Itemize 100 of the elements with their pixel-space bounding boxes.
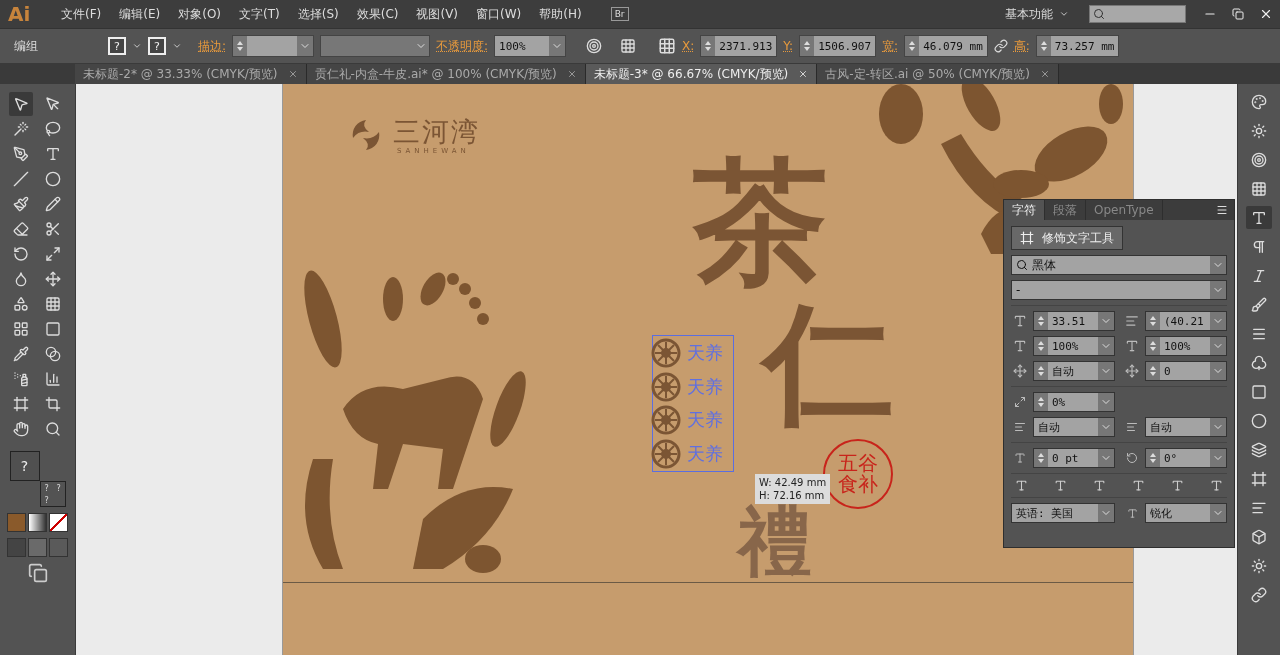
app-logo: Ai (7, 2, 32, 26)
fill-swatch[interactable]: ? (108, 37, 126, 55)
horizontal-scale-field[interactable]: 100% (1145, 336, 1227, 356)
sun-emblem-icon (651, 439, 681, 470)
spinner-icon[interactable] (1146, 362, 1160, 380)
stroke-weight-field[interactable] (232, 35, 315, 57)
panel-tab[interactable]: 字符 (1004, 200, 1045, 220)
spinner-icon[interactable] (1146, 337, 1160, 355)
stroke-swatch[interactable]: ? (148, 37, 166, 55)
vertical-scale-field[interactable]: 100% (1033, 336, 1115, 356)
none-button[interactable] (49, 513, 68, 532)
spinner-icon[interactable] (1146, 449, 1160, 467)
menu-item[interactable]: 窗口(W) (467, 5, 531, 23)
font-style-dropdown[interactable]: - (1011, 280, 1227, 300)
opacity-label[interactable]: 不透明度: (436, 37, 489, 55)
baseline-shift-field[interactable]: 0 pt (1033, 448, 1115, 468)
close-icon[interactable] (798, 69, 809, 79)
aki-right-dropdown[interactable]: 自动 (1145, 417, 1227, 437)
caret-icon[interactable] (297, 36, 314, 56)
label-text: 天养 (687, 374, 723, 399)
spinner-icon[interactable] (1034, 337, 1048, 355)
height-label: 高: (1013, 37, 1030, 55)
draw-behind-button[interactable] (28, 538, 47, 557)
caret-icon[interactable] (172, 41, 182, 51)
spinner-icon[interactable] (905, 36, 920, 56)
leading-field[interactable]: (40.21 (1145, 311, 1227, 331)
spinner-icon[interactable] (1034, 312, 1048, 330)
arrow-pointer-icon[interactable] (8, 92, 33, 116)
antialiasing-dropdown[interactable]: 锐化 (1145, 503, 1227, 523)
search-icon (1093, 8, 1105, 20)
menu-item[interactable]: 选择(S) (288, 5, 348, 23)
font-family-dropdown[interactable]: 黑体 (1011, 255, 1227, 275)
type-style-icon[interactable] (1171, 479, 1184, 492)
caret-icon[interactable] (132, 41, 142, 51)
menu-item[interactable]: 对象(O) (169, 5, 231, 23)
spinner-icon[interactable] (233, 36, 248, 56)
kerning-field[interactable]: 自动 (1033, 361, 1115, 381)
gradient-button[interactable] (28, 513, 47, 532)
menu-item[interactable]: 视图(V) (407, 5, 468, 23)
spinner-icon[interactable] (1036, 36, 1051, 56)
align-grid-icon[interactable] (620, 38, 637, 54)
menu-item[interactable]: 编辑(E) (110, 5, 170, 23)
menu-item[interactable]: 文字(T) (230, 5, 289, 23)
x-field[interactable]: 2371.913 (700, 35, 778, 57)
reference-point-icon[interactable] (658, 37, 677, 55)
close-icon[interactable] (287, 69, 298, 79)
stroke-box[interactable]: ? ? ? (39, 481, 66, 507)
tsume-field[interactable]: 0% (1033, 392, 1115, 412)
menu-item[interactable]: 文件(F) (52, 5, 111, 23)
spinner-icon[interactable] (800, 36, 815, 56)
tracking-field[interactable]: 0 (1145, 361, 1227, 381)
panel-menu-icon[interactable] (1216, 204, 1228, 216)
height-field[interactable]: 73.257 mm (1035, 35, 1120, 57)
document-tab[interactable]: 未标题-2* @ 33.33% (CMYK/预览) (75, 64, 307, 84)
opacity-field[interactable]: 100% (494, 35, 567, 57)
spinner-icon[interactable] (1146, 312, 1160, 330)
menu-item[interactable]: 效果(C) (347, 5, 408, 23)
menu-item[interactable]: 帮助(H) (530, 5, 591, 23)
type-style-icon[interactable] (1015, 479, 1028, 492)
stroke-label[interactable]: 描边: (198, 37, 227, 55)
sun-emblem-icon (651, 371, 681, 402)
spinner-icon[interactable] (1034, 449, 1048, 467)
width-label: 宽: (882, 37, 899, 55)
touch-type-button[interactable]: 修饰文字工具 (1011, 226, 1123, 250)
fill-box[interactable]: ? (9, 451, 40, 481)
x-label: X: (682, 39, 695, 53)
close-icon[interactable] (1039, 69, 1050, 79)
workspace-switcher[interactable]: 基本功能 (1005, 5, 1053, 23)
rotation-field[interactable]: 0° (1145, 448, 1227, 468)
spinner-icon[interactable] (701, 36, 716, 56)
search-field[interactable] (1089, 5, 1186, 23)
link-icon[interactable] (993, 39, 1008, 53)
document-tab[interactable]: 未标题-3* @ 66.67% (CMYK/预览) (585, 64, 818, 84)
caret-icon[interactable] (1059, 9, 1069, 19)
color-button[interactable] (7, 513, 26, 532)
bridge-button[interactable]: Br (610, 7, 629, 21)
type-style-icon[interactable] (1132, 479, 1145, 492)
spinner-icon[interactable] (1034, 393, 1048, 411)
calligraphy-character: 茶 (693, 154, 828, 289)
brand-name: 三河湾 (393, 115, 480, 148)
type-icon[interactable] (1246, 206, 1272, 229)
y-field[interactable]: 1506.907 (799, 35, 877, 57)
calligraphy-character: 禮 (738, 504, 812, 578)
font-size-field[interactable]: 33.51 (1033, 311, 1115, 331)
aki-left-dropdown[interactable]: 自动 (1033, 417, 1115, 437)
restore-icon (1232, 8, 1244, 20)
sun-emblem-icon (651, 337, 681, 368)
screen-mode-icon[interactable] (27, 563, 48, 583)
type-style-icon[interactable] (1210, 479, 1223, 492)
caret-icon[interactable] (549, 36, 566, 56)
kerning-icon (1011, 364, 1029, 378)
type-style-icon[interactable] (1093, 479, 1106, 492)
spinner-icon[interactable] (1034, 362, 1048, 380)
type-style-icon[interactable] (1054, 479, 1067, 492)
close-icon[interactable] (566, 69, 577, 79)
document-tab[interactable]: 贡仁礼-内盒-牛皮.ai* @ 100% (CMYK/预览) (306, 64, 586, 84)
language-dropdown[interactable]: 英语: 美国 (1011, 503, 1115, 523)
y-label: Y: (783, 39, 794, 53)
document-tab[interactable]: 古风-定-转区.ai @ 50% (CMYK/预览) (817, 64, 1059, 84)
width-field[interactable]: 46.079 mm (904, 35, 988, 57)
